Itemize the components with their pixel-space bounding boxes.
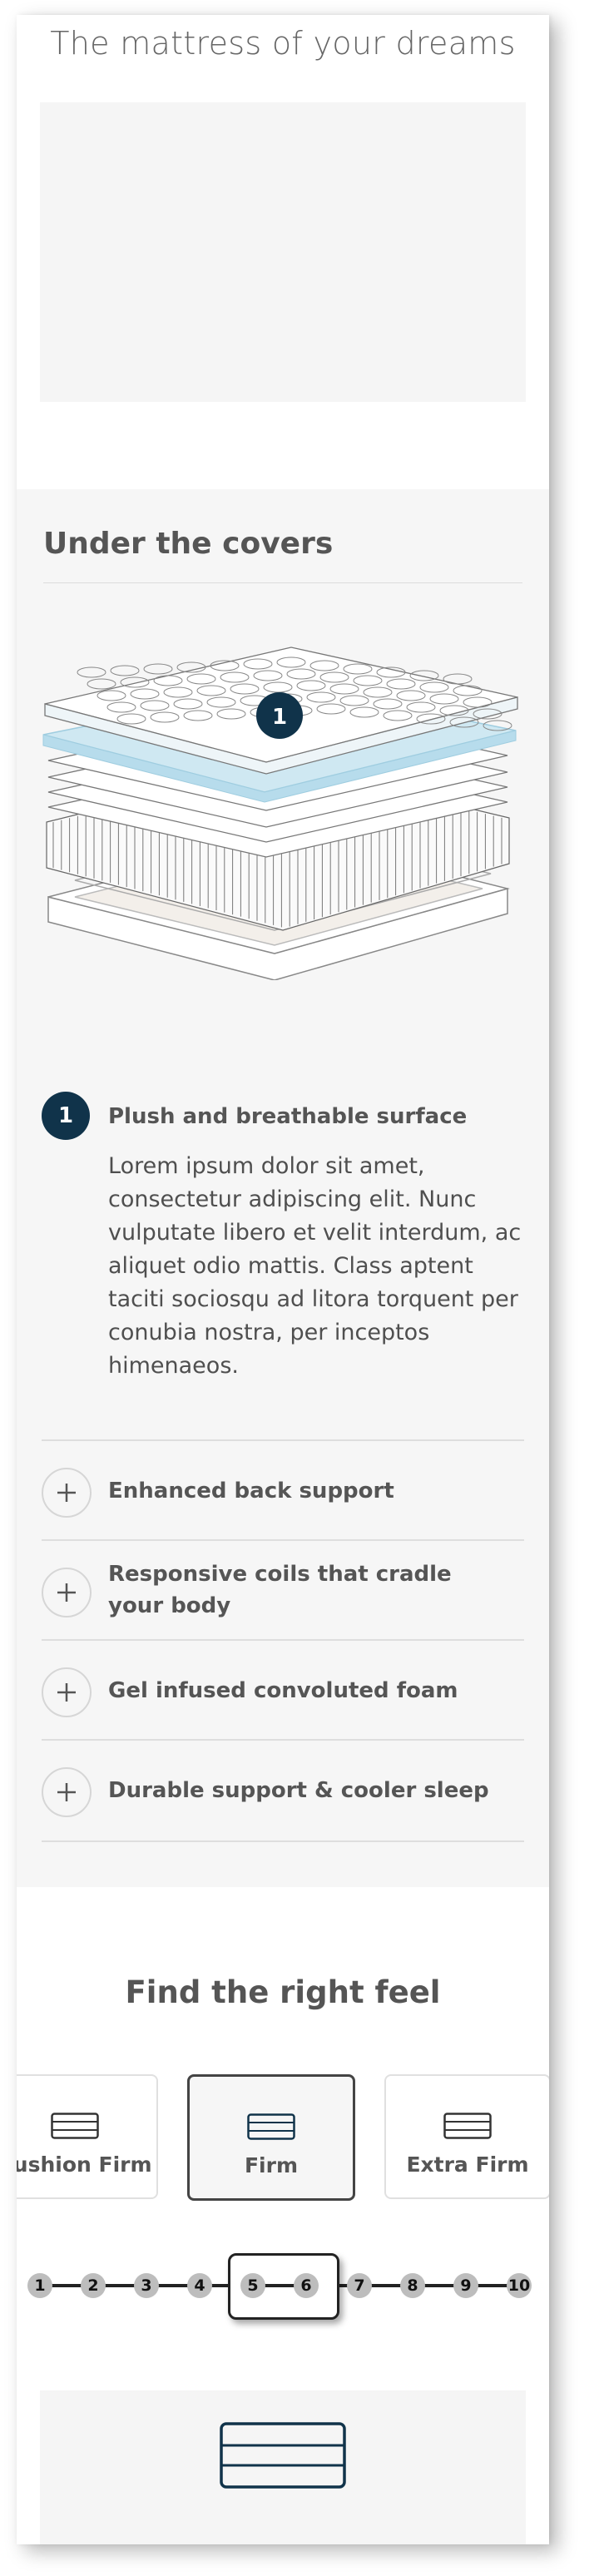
pillow-tuft <box>110 665 140 676</box>
feel-section: Find the right feel Cushion Firm Firm Ex… <box>17 1887 549 2544</box>
feel-option-label: Cushion Firm <box>17 2152 152 2177</box>
feel-option-extra-firm[interactable]: Extra Firm <box>384 2074 549 2199</box>
plus-icon[interactable] <box>42 1568 92 1617</box>
scale-step[interactable]: 8 <box>400 2273 425 2298</box>
illustration-marker-label: 1 <box>272 705 287 730</box>
divider <box>43 582 522 583</box>
accordion-item-gel-foam[interactable]: Gel infused convoluted foam <box>42 1639 524 1741</box>
accordion-label: Durable support & cooler sleep <box>108 1778 489 1803</box>
feel-option-cushion-firm[interactable]: Cushion Firm <box>17 2074 158 2199</box>
accordion-label: Gel infused convoluted foam <box>108 1678 458 1703</box>
feel-preview <box>40 2390 526 2544</box>
scale-step-selected[interactable]: 6 <box>294 2273 319 2298</box>
covers-title: Under the covers <box>43 527 334 561</box>
mattress-icon <box>51 2113 99 2139</box>
covers-section: Under the covers 1 1 Plush and breathabl… <box>17 489 549 1887</box>
feature-description: Lorem ipsum dolor sit amet, consectetur … <box>108 1153 522 1379</box>
scale-step[interactable]: 9 <box>453 2273 478 2298</box>
mattress-icon <box>220 2422 346 2489</box>
feel-option-firm[interactable]: Firm <box>187 2074 355 2201</box>
scale-step[interactable]: 1 <box>27 2273 52 2298</box>
mattress-icon <box>247 2113 295 2140</box>
scale-step[interactable]: 4 <box>187 2273 212 2298</box>
scale-step[interactable]: 2 <box>81 2273 106 2298</box>
feature-title: Plush and breathable surface <box>108 1104 468 1129</box>
hero-section: The mattress of your dreams <box>17 15 549 489</box>
accordion-label: Enhanced back support <box>108 1479 394 1503</box>
accordion-item-responsive-coils[interactable]: Responsive coils that cradle your body <box>42 1539 524 1641</box>
hero-image-placeholder <box>40 102 526 402</box>
feel-option-label: Firm <box>244 2153 299 2177</box>
hero-title: The mattress of your dreams <box>50 25 516 62</box>
accordion-label: Responsive coils that cradle your body <box>108 1562 452 1618</box>
pillow-tuft <box>87 678 116 690</box>
feature-number-badge[interactable]: 1 <box>42 1092 90 1140</box>
accordion-item-durable-support[interactable]: Durable support & cooler sleep <box>42 1739 524 1842</box>
mattress-icon <box>443 2113 492 2139</box>
scale-step-selected[interactable]: 5 <box>240 2273 265 2298</box>
pillow-tuft <box>443 673 473 685</box>
scale-step[interactable]: 10 <box>507 2273 532 2298</box>
pillow-tuft <box>77 666 106 678</box>
scale-step[interactable]: 7 <box>347 2273 372 2298</box>
plus-icon[interactable] <box>42 1767 92 1817</box>
firmness-scale[interactable]: 1 2 3 4 5 6 7 8 9 10 <box>17 2253 549 2320</box>
plus-icon[interactable] <box>42 1667 92 1717</box>
plus-icon[interactable] <box>42 1468 92 1518</box>
feel-option-label: Extra Firm <box>406 2152 529 2177</box>
feel-title: Find the right feel <box>125 1974 441 2010</box>
scale-step[interactable]: 3 <box>134 2273 159 2298</box>
page: The mattress of your dreams Under the co… <box>17 15 549 2544</box>
accordion-item-back-support[interactable]: Enhanced back support <box>42 1439 524 1541</box>
pillow-tuft <box>143 663 173 675</box>
mattress-layers-illustration: 1 <box>42 646 518 980</box>
